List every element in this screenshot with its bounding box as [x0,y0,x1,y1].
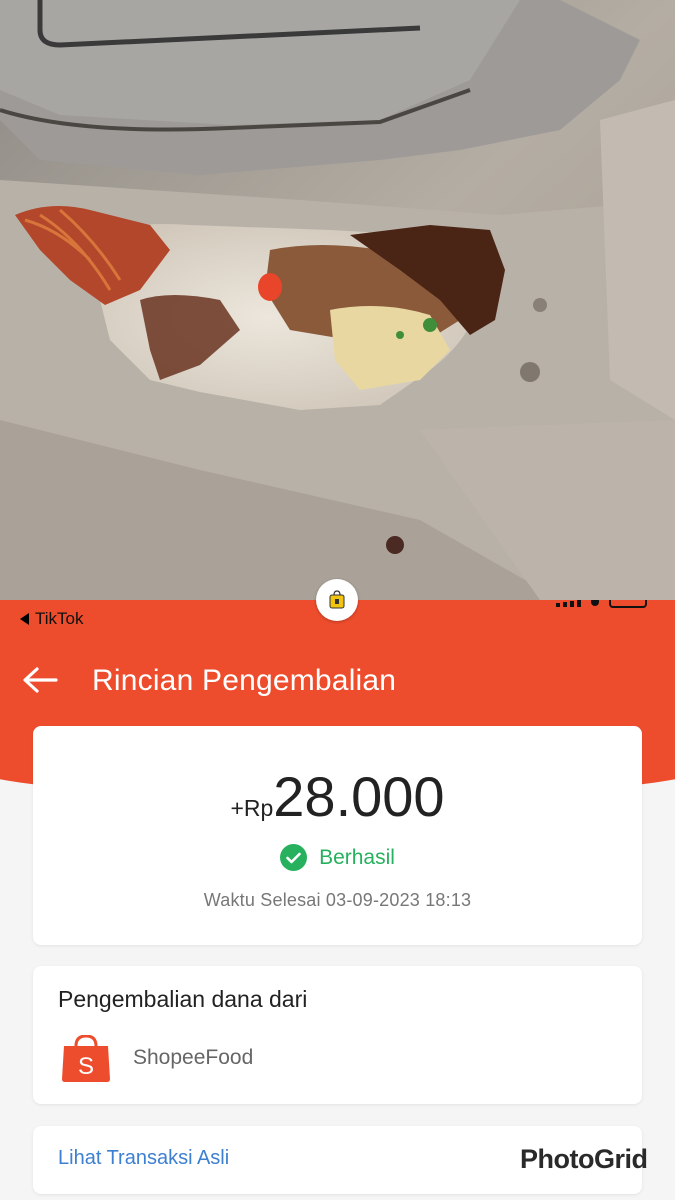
signal-icon [556,600,581,607]
page-title: Rincian Pengembalian [92,664,397,697]
back-triangle-icon [20,613,29,625]
refund-source-card: Pengembalian dana dari S ShopeeFood [33,966,642,1104]
source-title: Pengembalian dana dari [58,986,308,1012]
completed-time: Waktu Selesai 03-09-2023 18:13 [203,890,472,910]
refund-amount-card: +Rp28.000 Berhasil Waktu Selesai 03-09-2… [33,726,642,945]
back-to-app-button[interactable]: TikTok [20,609,84,629]
refund-amount: +Rp28.000 [33,764,642,829]
header: Rincian Pengembalian [0,650,675,710]
shop-logo-icon [329,590,345,609]
source-name: ShopeeFood [133,1046,254,1069]
amount-value: 28.000 [273,765,445,828]
original-transaction-card: Lihat Transaksi Asli PhotoGrid [33,1126,648,1194]
currency-prefix: +Rp [230,795,274,821]
svg-text:S: S [78,1053,94,1080]
wifi-icon [591,600,599,606]
battery-icon [609,600,647,608]
arrow-left-icon[interactable] [22,666,58,694]
shopee-bag-icon: S [62,1035,110,1082]
refund-status: Berhasil [33,844,642,871]
food-photo [0,0,675,600]
status-icons [556,600,647,608]
food-photo-illustration [0,0,675,600]
back-app-label: TikTok [35,609,84,628]
collage-app-logo [316,579,358,621]
status-badge: Berhasil [319,845,395,869]
view-original-transaction-link[interactable]: Lihat Transaksi Asli [58,1147,229,1170]
check-circle-icon [280,844,308,871]
photogrid-watermark: PhotoGrid [520,1144,648,1174]
refund-detail-screen: TikTok Rincian Pengembalian +Rp28.000 Be… [0,600,675,1200]
